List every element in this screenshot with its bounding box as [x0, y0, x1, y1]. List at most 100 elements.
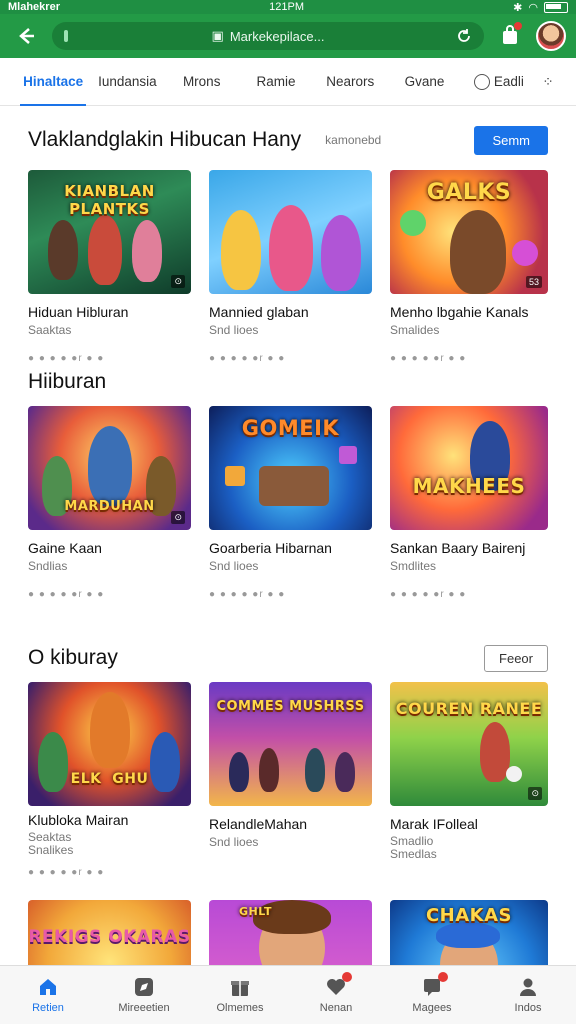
game-card[interactable]: Mannied glaban Snd lioes ● ● ● ● ●r ● ●	[209, 170, 372, 364]
card-rating: ● ● ● ● ●r ● ●	[390, 353, 467, 364]
tab-5[interactable]: Gvane	[387, 58, 461, 106]
tab-4[interactable]: Nearors	[313, 58, 387, 106]
game-card[interactable]: MARDUHAN ⊙ Gaine Kaan Sndlias ● ● ● ● ●r…	[28, 406, 191, 600]
tab-0[interactable]: Hinaltace	[16, 58, 90, 106]
game-card[interactable]: KIANBLAN PLANTKS ⊙ Hiduan Hibluran Saakt…	[28, 170, 191, 364]
notification-dot	[341, 972, 352, 982]
thumb-art-text: GOMEIK	[241, 415, 340, 440]
card-subtitle: Smalides	[390, 323, 440, 337]
thumb-art-text: COMMES MUSHRSS	[216, 699, 365, 715]
status-bar: Mlahekrer 121PM ✱ ◠	[0, 0, 576, 14]
section-featured: Vlaklandglakin Hibucan Hany kamonebd Sem…	[0, 110, 576, 364]
play-badge: ⊙	[528, 787, 542, 800]
game-thumbnail[interactable]: GALKS 53	[390, 170, 548, 294]
play-badge: 53	[525, 276, 542, 288]
address-text: Markekepilace...	[229, 28, 325, 44]
card-subtitle: Smadlio Smedlas	[390, 834, 437, 861]
shopping-bag-icon[interactable]	[494, 20, 526, 52]
battery-icon	[543, 1, 568, 13]
nav-label: Retien	[32, 1002, 64, 1014]
card-rating: ● ● ● ● ●r ● ●	[28, 353, 105, 364]
nav-favorites[interactable]: Nenan	[288, 966, 384, 1024]
card-title: Sankan Baary Bairenj	[390, 540, 526, 556]
card-rating: ● ● ● ● ●r ● ●	[28, 589, 105, 600]
section-entertainment: Hiiburan MARDUHAN ⊙ Gaine Kaan Sndlias ●…	[0, 358, 576, 600]
nav-label: Nenan	[319, 1002, 353, 1014]
thumb-art-text: MAKHEES	[412, 474, 526, 499]
game-thumbnail[interactable]: GOMEIK	[209, 406, 372, 530]
wifi-icon: ◠	[528, 1, 538, 14]
play-badge: ⊙	[171, 511, 185, 524]
section-header: Hiiburan	[28, 358, 548, 406]
card-title: Menho lbgahie Kanals	[390, 304, 529, 320]
clock: 121PM	[269, 1, 304, 13]
game-thumbnail[interactable]: COMMES MUSHRSS	[209, 682, 372, 806]
section-header: O kiburay Feeor	[28, 634, 548, 682]
tab-6[interactable]: Eadli	[462, 58, 536, 106]
tab-3[interactable]: Ramie	[239, 58, 313, 106]
section-title: Vlaklandglakin Hibucan Hany	[28, 128, 302, 151]
card-title: RelandleMahan	[209, 816, 308, 832]
reload-icon[interactable]	[454, 26, 474, 46]
home-icon	[40, 979, 56, 995]
carrier-label: Mlahekrer	[8, 1, 60, 13]
card-title: Hiduan Hibluran	[28, 304, 129, 320]
game-card[interactable]: MAKHEES Sankan Baary Bairenj Smdlites ● …	[390, 406, 548, 600]
game-card[interactable]: COMMES MUSHRSS RelandleMahan Snd lioes	[209, 682, 372, 878]
globe-icon	[473, 73, 490, 90]
thumb-art-text: GHLT	[239, 904, 272, 918]
notification-dot	[437, 972, 448, 982]
address-bar[interactable]: ▣ Markekepilace...	[52, 22, 484, 50]
nav-messages[interactable]: Magees	[384, 966, 480, 1024]
thumb-art-text: MARDUHAN	[64, 499, 155, 514]
tab-1[interactable]: Iundansia	[90, 58, 164, 106]
card-subtitle: Seaktas Snalikes	[28, 830, 74, 857]
nav-games[interactable]: Olmemes	[192, 966, 288, 1024]
game-card[interactable]: GOMEIK Goarberia Hibarnan Snd lioes ● ● …	[209, 406, 372, 600]
bluetooth-icon: ✱	[513, 1, 523, 14]
card-rating: ● ● ● ● ●r ● ●	[209, 353, 286, 364]
top-bar: ▣ Markekepilace...	[0, 14, 576, 58]
card-rating: ● ● ● ● ●r ● ●	[390, 589, 467, 600]
section-header: Vlaklandglakin Hibucan Hany kamonebd Sem…	[28, 110, 548, 170]
card-title: Goarberia Hibarnan	[209, 540, 332, 556]
game-thumbnail[interactable]: COUREN RANEE ⊙	[390, 682, 548, 806]
game-card[interactable]: COUREN RANEE ⊙ Marak IFolleal Smadlio Sm…	[390, 682, 548, 878]
nav-home[interactable]: Retien	[0, 966, 96, 1024]
more-icon[interactable]: ⁘	[536, 58, 560, 106]
card-rating: ● ● ● ● ●r ● ●	[28, 867, 105, 878]
status-icons: ✱ ◠	[513, 1, 568, 14]
nav-profile[interactable]: Indos	[480, 966, 576, 1024]
game-thumbnail[interactable]: KIANBLAN PLANTKS ⊙	[28, 170, 191, 294]
lock-icon	[64, 30, 68, 42]
tab-6-label: Eadli	[493, 73, 524, 89]
card-title: Marak IFolleal	[390, 816, 478, 832]
user-icon	[520, 978, 536, 996]
game-card[interactable]: GALKS 53 Menho lbgahie Kanals Smalides ●…	[390, 170, 548, 364]
bottom-navigation: Retien Mireeetien Olmemes Nenan Magees I…	[0, 965, 576, 1024]
thumb-art-text: GALKS	[426, 179, 512, 205]
game-thumbnail[interactable]: MARDUHAN ⊙	[28, 406, 191, 530]
game-thumbnail[interactable]: ELK GHU	[28, 682, 191, 806]
nav-label: Magees	[412, 1002, 452, 1014]
nav-label: Mireeetien	[118, 1002, 170, 1014]
nav-explore[interactable]: Mireeetien	[96, 966, 192, 1024]
game-thumbnail[interactable]	[209, 170, 372, 294]
avatar[interactable]	[536, 21, 566, 51]
more-button[interactable]: Feeor	[484, 644, 548, 672]
gift-icon	[231, 981, 249, 996]
compass-icon	[135, 978, 153, 996]
card-title: Gaine Kaan	[28, 540, 102, 556]
card-title: Mannied glaban	[209, 304, 309, 320]
card-subtitle: Saaktas	[28, 323, 72, 337]
card-subtitle: Snd lioes	[209, 323, 259, 337]
card-rating: ● ● ● ● ●r ● ●	[209, 589, 286, 600]
card-subtitle: Smdlites	[390, 559, 437, 573]
game-thumbnail[interactable]: MAKHEES	[390, 406, 548, 530]
section-title: O kiburay	[28, 646, 118, 669]
tab-2[interactable]: Mrons	[165, 58, 239, 106]
card-title: Klubloka Mairan	[28, 812, 129, 828]
back-icon[interactable]	[10, 20, 42, 52]
search-button[interactable]: Semm	[474, 125, 548, 155]
game-card[interactable]: ELK GHU Klubloka Mairan Seaktas Snalikes…	[28, 682, 191, 878]
